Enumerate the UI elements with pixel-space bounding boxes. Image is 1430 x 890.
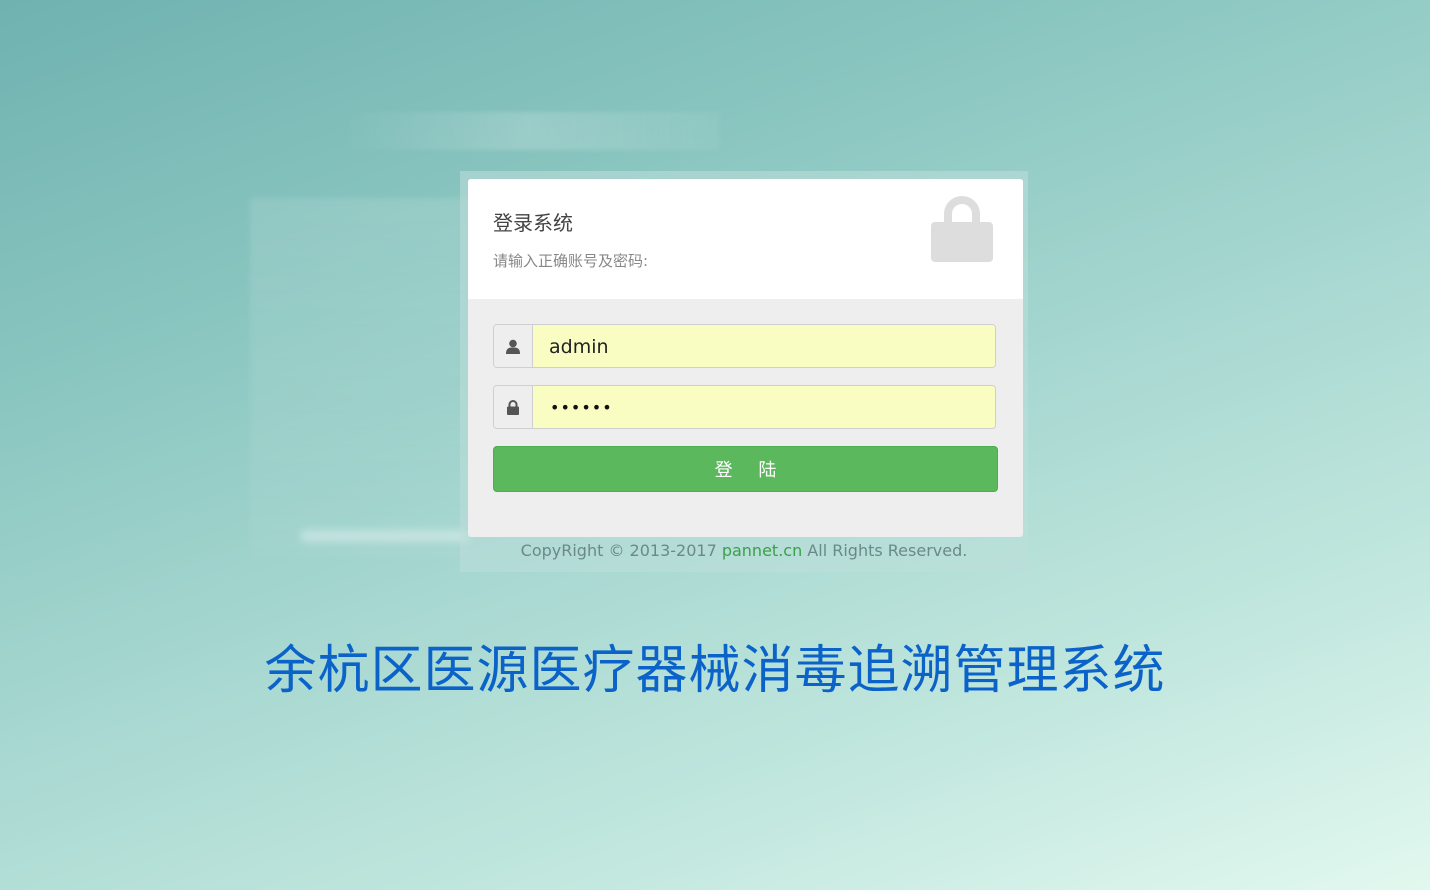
background-ghost-streak	[300, 530, 470, 542]
system-title: 余杭区医源医疗器械消毒追溯管理系统	[264, 641, 1166, 701]
login-subtitle: 请输入正确账号及密码:	[493, 252, 649, 270]
login-title: 登录系统	[493, 211, 573, 235]
login-card: 登录系统 请输入正确账号及密码: •••••• 登 陆	[468, 179, 1023, 537]
copyright-footer: CopyRight © 2013-2017 pannet.cn All Righ…	[460, 541, 1028, 560]
copyright-prefix: CopyRight © 2013-2017	[520, 541, 722, 560]
background-ghost-panel	[250, 198, 470, 558]
login-button[interactable]: 登 陆	[493, 446, 998, 492]
password-input[interactable]: ••••••	[533, 386, 995, 428]
lock-icon	[931, 196, 993, 262]
login-card-header: 登录系统 请输入正确账号及密码:	[468, 179, 1023, 299]
lock-icon	[494, 386, 533, 428]
user-icon	[494, 325, 533, 367]
background-ghost-bar	[335, 112, 720, 150]
password-input-group: ••••••	[493, 385, 996, 429]
brand-link[interactable]: pannet.cn	[722, 541, 802, 560]
copyright-suffix: All Rights Reserved.	[802, 541, 968, 560]
username-input[interactable]	[533, 325, 995, 367]
username-input-group	[493, 324, 996, 368]
